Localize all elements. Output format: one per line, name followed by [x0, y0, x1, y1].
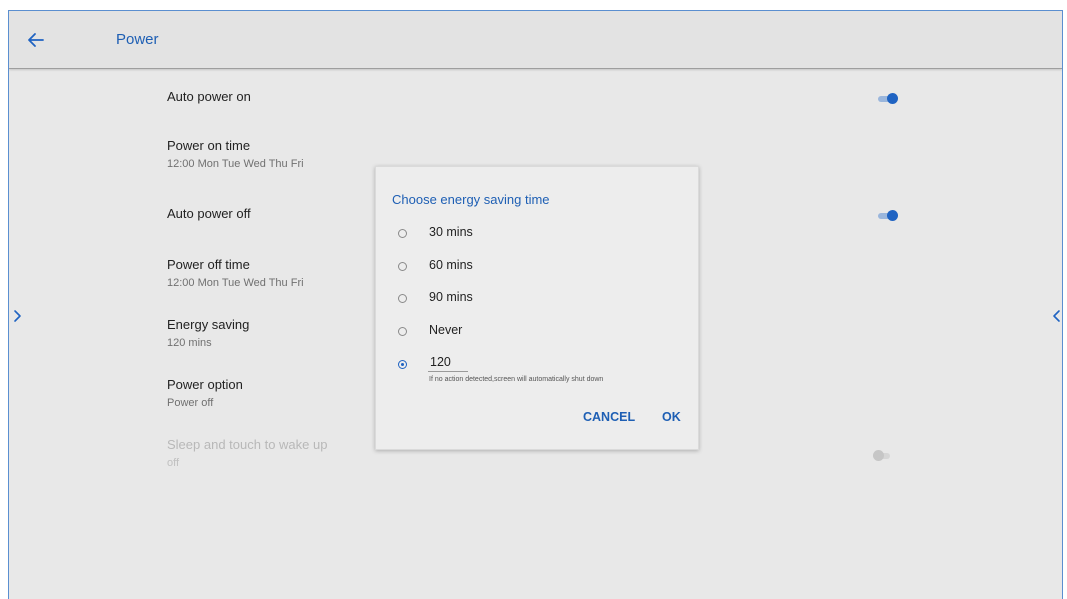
- setting-title: Power on time: [167, 138, 251, 153]
- radio-button[interactable]: [398, 262, 407, 271]
- option-custom[interactable]: [398, 353, 658, 376]
- option-label: Never: [429, 323, 463, 337]
- radio-button[interactable]: [398, 327, 407, 336]
- option-90-mins[interactable]: 90 mins: [398, 290, 658, 310]
- back-button[interactable]: [24, 28, 48, 52]
- option-label: 60 mins: [429, 258, 473, 272]
- right-edge-nav-button[interactable]: [1049, 308, 1062, 324]
- radio-button-selected[interactable]: [398, 360, 407, 369]
- settings-list: Auto power on Power on time 12:00 Mon Tu…: [9, 69, 1062, 599]
- radio-button[interactable]: [398, 294, 407, 303]
- option-60-mins[interactable]: 60 mins: [398, 258, 658, 278]
- setting-auto-power-on[interactable]: Auto power on: [167, 89, 1027, 105]
- option-label: 90 mins: [429, 290, 473, 304]
- sleep-touch-wake-toggle: [873, 450, 893, 462]
- chevron-left-icon: [1053, 310, 1060, 322]
- option-never[interactable]: Never: [398, 323, 658, 343]
- dialog-title: Choose energy saving time: [392, 192, 550, 207]
- settings-window: Power Auto power on Power on time 12:00 …: [8, 10, 1063, 599]
- energy-saving-dialog: Choose energy saving time 30 mins 60 min…: [375, 166, 699, 450]
- app-bar: Power: [9, 11, 1062, 69]
- toggle-thumb: [887, 210, 898, 221]
- option-label: 30 mins: [429, 225, 473, 239]
- page-title: Power: [116, 31, 159, 48]
- chevron-right-icon: [14, 310, 21, 322]
- setting-title: Auto power on: [167, 89, 251, 104]
- cancel-button[interactable]: CANCEL: [583, 410, 635, 424]
- arrow-left-icon: [28, 33, 44, 47]
- custom-minutes-input[interactable]: [428, 353, 468, 372]
- toggle-thumb: [887, 93, 898, 104]
- custom-time-hint: If no action detected,screen will automa…: [429, 376, 604, 383]
- auto-power-on-toggle[interactable]: [878, 93, 898, 105]
- ok-button[interactable]: OK: [662, 410, 681, 424]
- radio-button[interactable]: [398, 229, 407, 238]
- left-edge-nav-button[interactable]: [11, 308, 25, 324]
- toggle-thumb: [873, 450, 884, 461]
- option-30-mins[interactable]: 30 mins: [398, 225, 658, 245]
- auto-power-off-toggle[interactable]: [878, 210, 898, 222]
- setting-subtitle: off: [167, 457, 180, 469]
